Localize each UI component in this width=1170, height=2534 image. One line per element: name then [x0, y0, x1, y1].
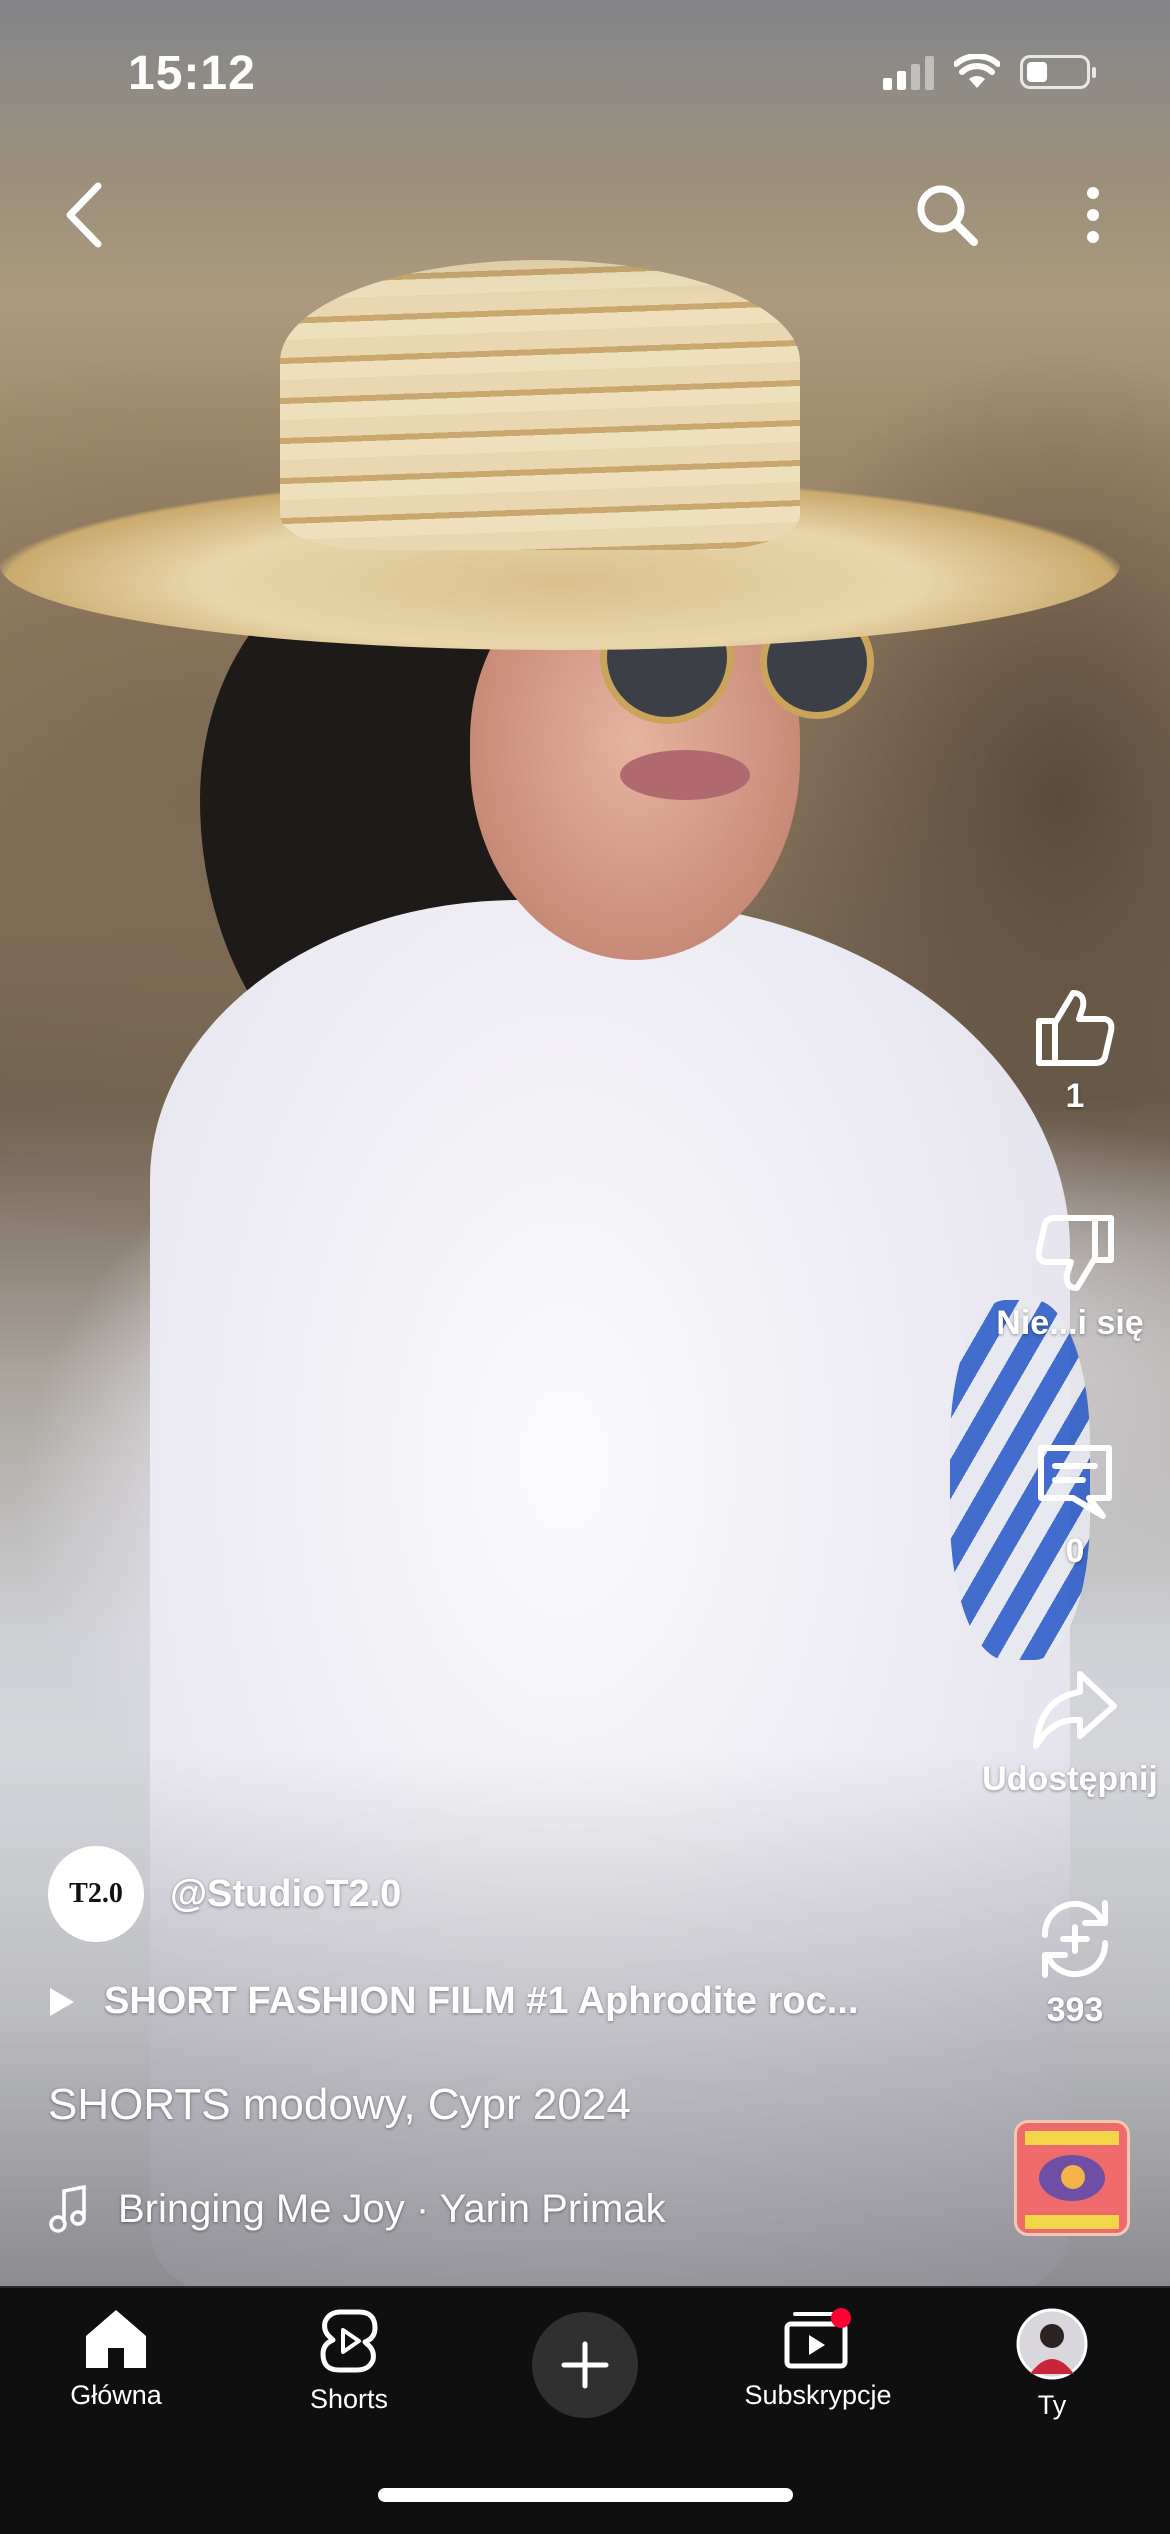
album-art-pupil — [1061, 2165, 1085, 2189]
shorts-icon — [320, 2309, 378, 2373]
album-art-band — [1025, 2131, 1119, 2145]
search-icon — [917, 185, 978, 246]
remix-count: 393 — [1046, 1991, 1104, 2029]
chevron-left-icon — [66, 182, 102, 248]
status-time: 15:12 — [128, 47, 256, 100]
create-button[interactable] — [532, 2312, 638, 2418]
music-row[interactable]: Bringing Me Joy · Yarin Primak — [48, 2185, 666, 2233]
back-button[interactable] — [38, 170, 128, 260]
more-vertical-icon — [1087, 187, 1099, 243]
like-count: 1 — [1065, 1077, 1085, 1115]
music-album-thumbnail[interactable] — [1014, 2120, 1130, 2236]
battery-icon — [1020, 55, 1096, 89]
search-button[interactable] — [902, 170, 992, 260]
share-icon — [1033, 1671, 1117, 1749]
nav-you[interactable]: Ty — [952, 2308, 1152, 2421]
remix-icon — [1041, 1900, 1109, 1978]
related-video-title: SHORT FASHION FILM #1 Aphrodite roc... — [104, 1980, 859, 2022]
cellular-signal-icon — [883, 54, 934, 90]
play-icon — [50, 1987, 74, 2016]
home-indicator — [378, 2488, 793, 2502]
home-icon — [86, 2310, 146, 2368]
battery-level — [1027, 62, 1047, 82]
wifi-icon — [954, 54, 1000, 88]
music-track: Bringing Me Joy · Yarin Primak — [118, 2186, 666, 2231]
channel-avatar[interactable]: T2.0 — [48, 1846, 144, 1942]
dislike-label: Nie...i się — [996, 1304, 1144, 1342]
nav-you-label: Ty — [1037, 2390, 1067, 2420]
video-frame-lips — [620, 750, 750, 800]
music-note-icon — [49, 2185, 86, 2233]
subscriptions-icon — [784, 2308, 851, 2369]
status-icons — [883, 54, 1096, 90]
share-label: Udostępnij — [982, 1760, 1158, 1798]
nav-shorts-label: Shorts — [309, 2384, 389, 2414]
top-gradient — [0, 0, 1170, 300]
dislike-button[interactable]: Nie...i się — [975, 1212, 1170, 1343]
plus-icon — [561, 2341, 609, 2389]
comment-icon — [1038, 1445, 1112, 1519]
video-frame-hat-crown — [280, 260, 800, 550]
like-button[interactable]: 1 — [975, 985, 1170, 1116]
channel-row[interactable]: T2.0 @StudioT2.0 — [48, 1846, 401, 1942]
thumbs-down-icon — [1035, 1215, 1114, 1291]
comments-button[interactable]: 0 — [975, 1440, 1170, 1571]
channel-handle[interactable]: @StudioT2.0 — [170, 1873, 401, 1916]
nav-home[interactable]: Główna — [16, 2308, 216, 2411]
remix-button[interactable]: 393 — [975, 1895, 1170, 2030]
profile-avatar — [1016, 2308, 1088, 2380]
nav-subscriptions[interactable]: Subskrypcje — [718, 2308, 918, 2411]
video-description[interactable]: SHORTS modowy, Cypr 2024 — [48, 2080, 631, 2130]
album-art-band — [1025, 2215, 1119, 2229]
comment-count: 0 — [1065, 1532, 1085, 1570]
more-options-button[interactable] — [1048, 170, 1138, 260]
notification-dot — [831, 2308, 851, 2328]
nav-home-label: Główna — [70, 2380, 162, 2410]
thumbs-up-icon — [1036, 990, 1115, 1066]
related-video-link[interactable]: SHORT FASHION FILM #1 Aphrodite roc... — [48, 1980, 858, 2023]
share-button[interactable]: Udostępnij — [975, 1668, 1170, 1799]
nav-subscriptions-label: Subskrypcje — [744, 2380, 892, 2410]
nav-shorts[interactable]: Shorts — [249, 2308, 449, 2415]
